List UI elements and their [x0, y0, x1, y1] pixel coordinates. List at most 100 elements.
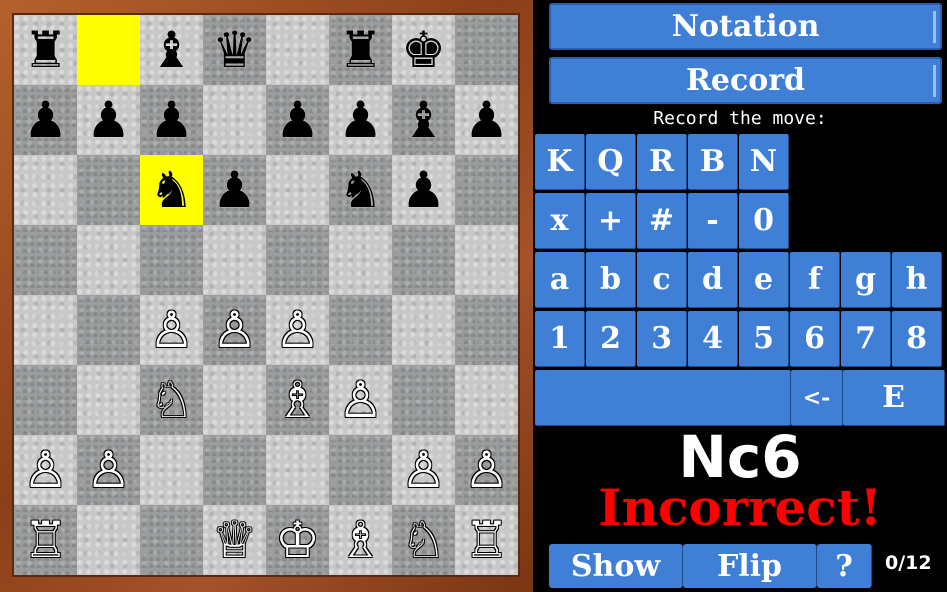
board-square[interactable]: ♜ — [14, 15, 77, 85]
enter-button[interactable]: E — [843, 370, 945, 426]
board-square[interactable] — [14, 155, 77, 225]
board-square[interactable]: ♕ — [203, 505, 266, 575]
key-row2-4[interactable]: 0 — [739, 193, 789, 249]
board-square[interactable]: ♔ — [266, 505, 329, 575]
white-pawn-icon[interactable]: ♙ — [23, 445, 68, 495]
key-row2-0[interactable]: x — [535, 193, 585, 249]
black-rook-icon[interactable]: ♜ — [338, 25, 383, 75]
white-queen-icon[interactable]: ♕ — [212, 515, 257, 565]
white-pawn-icon[interactable]: ♙ — [464, 445, 509, 495]
board-square[interactable] — [140, 505, 203, 575]
board-square[interactable]: ♜ — [329, 15, 392, 85]
board-square[interactable]: ♖ — [455, 505, 518, 575]
key-row4-3[interactable]: 4 — [688, 311, 738, 367]
board-square[interactable] — [392, 225, 455, 295]
board-square[interactable]: ♟ — [77, 85, 140, 155]
board-square[interactable]: ♙ — [77, 435, 140, 505]
board-square[interactable]: ♗ — [266, 365, 329, 435]
key-row2-2[interactable]: # — [637, 193, 687, 249]
key-row3-4[interactable]: e — [739, 252, 789, 308]
black-pawn-icon[interactable]: ♟ — [464, 95, 509, 145]
key-row1-4[interactable]: N — [739, 134, 789, 190]
board-square[interactable] — [77, 155, 140, 225]
key-row3-5[interactable]: f — [790, 252, 840, 308]
white-knight-icon[interactable]: ♘ — [401, 515, 446, 565]
key-row4-6[interactable]: 7 — [841, 311, 891, 367]
board-square[interactable] — [203, 225, 266, 295]
board-square[interactable] — [266, 15, 329, 85]
board-square[interactable] — [266, 155, 329, 225]
board-square[interactable] — [140, 225, 203, 295]
board-square[interactable] — [266, 225, 329, 295]
board-square[interactable] — [203, 365, 266, 435]
board-square[interactable]: ♟ — [140, 85, 203, 155]
board-square[interactable]: ♙ — [14, 435, 77, 505]
board-square[interactable] — [14, 295, 77, 365]
white-knight-icon[interactable]: ♘ — [149, 375, 194, 425]
board-square[interactable]: ♗ — [329, 505, 392, 575]
key-row1-0[interactable]: K — [535, 134, 585, 190]
board-square[interactable] — [14, 225, 77, 295]
black-bishop-icon[interactable]: ♝ — [149, 25, 194, 75]
board-square[interactable]: ♙ — [140, 295, 203, 365]
board-square[interactable] — [203, 85, 266, 155]
board-square[interactable]: ♝ — [392, 85, 455, 155]
board-square[interactable]: ♞ — [329, 155, 392, 225]
white-pawn-icon[interactable]: ♙ — [401, 445, 446, 495]
help-button[interactable]: ? — [817, 544, 872, 588]
key-row4-4[interactable]: 5 — [739, 311, 789, 367]
key-row4-5[interactable]: 6 — [790, 311, 840, 367]
backspace-button[interactable]: <- — [791, 370, 843, 426]
black-knight-icon[interactable]: ♞ — [149, 165, 194, 215]
board-square[interactable]: ♙ — [203, 295, 266, 365]
board-square[interactable] — [14, 365, 77, 435]
board-square[interactable]: ♚ — [392, 15, 455, 85]
board-square[interactable]: ♟ — [266, 85, 329, 155]
board-square[interactable] — [392, 365, 455, 435]
board-square[interactable]: ♙ — [266, 295, 329, 365]
key-row3-0[interactable]: a — [535, 252, 585, 308]
board-square[interactable]: ♟ — [455, 85, 518, 155]
key-row1-1[interactable]: Q — [586, 134, 636, 190]
black-rook-icon[interactable]: ♜ — [23, 25, 68, 75]
board-square[interactable]: ♛ — [203, 15, 266, 85]
white-king-icon[interactable]: ♔ — [275, 515, 320, 565]
white-pawn-icon[interactable]: ♙ — [86, 445, 131, 495]
white-bishop-icon[interactable]: ♗ — [338, 515, 383, 565]
black-knight-icon[interactable]: ♞ — [338, 165, 383, 215]
board-square[interactable] — [77, 295, 140, 365]
board-square[interactable] — [329, 435, 392, 505]
board-square[interactable] — [203, 435, 266, 505]
white-bishop-icon[interactable]: ♗ — [275, 375, 320, 425]
board-square[interactable]: ♘ — [140, 365, 203, 435]
flip-button[interactable]: Flip — [683, 544, 817, 588]
board-square[interactable] — [266, 435, 329, 505]
board-square[interactable] — [77, 15, 140, 85]
board-square[interactable] — [329, 295, 392, 365]
white-rook-icon[interactable]: ♖ — [23, 515, 68, 565]
key-row4-7[interactable]: 8 — [892, 311, 942, 367]
black-pawn-icon[interactable]: ♟ — [212, 165, 257, 215]
board-square[interactable]: ♙ — [329, 365, 392, 435]
board-square[interactable] — [329, 225, 392, 295]
board-square[interactable] — [455, 365, 518, 435]
key-row3-7[interactable]: h — [892, 252, 942, 308]
board-square[interactable]: ♖ — [14, 505, 77, 575]
board-square[interactable] — [455, 295, 518, 365]
board-square[interactable] — [77, 505, 140, 575]
key-row3-6[interactable]: g — [841, 252, 891, 308]
key-row2-1[interactable]: + — [586, 193, 636, 249]
board-square[interactable]: ♙ — [455, 435, 518, 505]
white-rook-icon[interactable]: ♖ — [464, 515, 509, 565]
board-square[interactable]: ♟ — [392, 155, 455, 225]
black-pawn-icon[interactable]: ♟ — [149, 95, 194, 145]
black-queen-icon[interactable]: ♛ — [212, 25, 257, 75]
board-square[interactable]: ♟ — [14, 85, 77, 155]
notation-button[interactable]: Notation — [549, 3, 942, 50]
white-pawn-icon[interactable]: ♙ — [149, 305, 194, 355]
board-square[interactable] — [455, 155, 518, 225]
board-square[interactable]: ♘ — [392, 505, 455, 575]
black-pawn-icon[interactable]: ♟ — [401, 165, 446, 215]
key-row3-1[interactable]: b — [586, 252, 636, 308]
black-king-icon[interactable]: ♚ — [401, 25, 446, 75]
